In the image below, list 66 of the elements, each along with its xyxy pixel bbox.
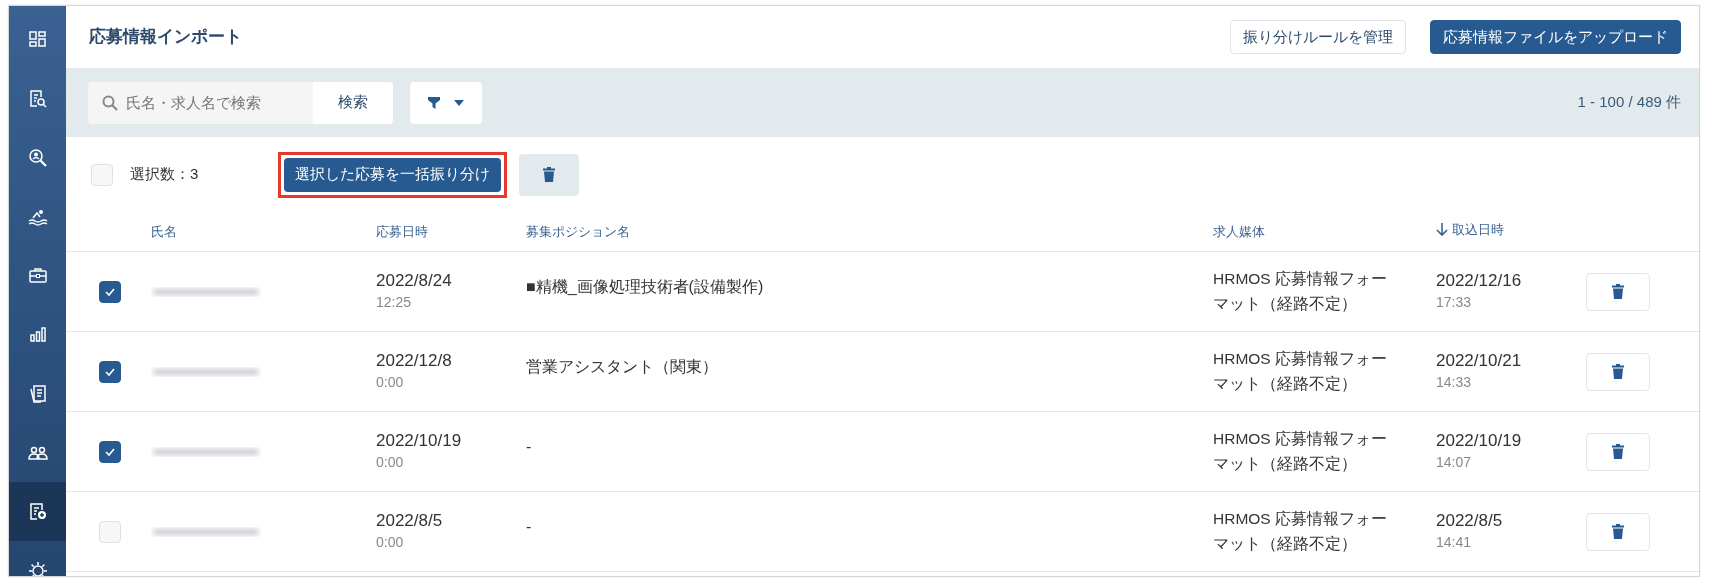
search-button[interactable]: 検索 bbox=[313, 81, 393, 124]
column-header[interactable]: 求人媒体 bbox=[1213, 221, 1265, 242]
person-search-icon bbox=[27, 147, 48, 168]
delete-button[interactable] bbox=[1586, 272, 1650, 311]
trash-icon bbox=[1612, 524, 1624, 539]
trash-icon bbox=[543, 167, 556, 182]
position-name: - bbox=[526, 437, 532, 455]
applied-time: 0:00 bbox=[376, 532, 405, 552]
selected-count: 選択数：3 bbox=[130, 164, 199, 185]
sidebar-item[interactable] bbox=[9, 482, 66, 541]
import-time: 14:33 bbox=[1436, 372, 1473, 392]
checkbox[interactable] bbox=[99, 280, 121, 303]
document-search-icon bbox=[27, 88, 48, 109]
delete-button[interactable] bbox=[1586, 352, 1650, 391]
job-media: HRMOS 応募情報フォーマット（経路不定） bbox=[1213, 349, 1388, 394]
search-field[interactable]: 氏名・求人名で検索 bbox=[88, 81, 313, 124]
checkbox[interactable] bbox=[99, 440, 121, 463]
import-date: 2022/12/16 bbox=[1436, 270, 1523, 292]
applied-date: 2022/10/19 bbox=[376, 430, 463, 452]
job-media: HRMOS 応募情報フォーマット（経路不定） bbox=[1213, 429, 1388, 474]
applied-date: 2022/8/24 bbox=[376, 270, 453, 292]
position-name: ■精機_画像処理技術者(設備製作) bbox=[526, 277, 764, 295]
trash-icon bbox=[1612, 444, 1624, 459]
applied-date: 2022/12/8 bbox=[376, 350, 453, 372]
delete-button[interactable] bbox=[1586, 512, 1650, 551]
checkbox[interactable] bbox=[99, 360, 121, 383]
search-icon bbox=[102, 94, 118, 111]
page-title: 応募情報インポート bbox=[89, 26, 242, 49]
bulk-assign-button[interactable]: 選択した応募を一括振り分け bbox=[284, 157, 502, 192]
grid-icon bbox=[27, 29, 48, 50]
applied-time: 0:00 bbox=[376, 452, 405, 472]
column-header[interactable]: 氏名 bbox=[151, 221, 177, 242]
column-header[interactable]: 応募日時 bbox=[376, 221, 428, 242]
checkmark-icon bbox=[104, 366, 116, 377]
import-time: 14:41 bbox=[1436, 532, 1473, 552]
result-count: 1 - 100 / 489 件 bbox=[1577, 92, 1681, 113]
sort-down-icon bbox=[1436, 223, 1448, 238]
applied-time: 12:25 bbox=[376, 292, 413, 312]
checkmark-icon bbox=[104, 286, 116, 297]
delete-button[interactable] bbox=[519, 153, 580, 196]
job-media: HRMOS 応募情報フォーマット（経路不定） bbox=[1213, 269, 1388, 314]
column-header[interactable]: 募集ポジション名 bbox=[526, 221, 630, 242]
import-date: 2022/8/5 bbox=[1436, 510, 1504, 532]
briefcase-icon bbox=[27, 265, 48, 286]
trash-icon bbox=[1612, 284, 1624, 299]
import-time: 17:33 bbox=[1436, 292, 1473, 312]
delete-button[interactable] bbox=[1586, 432, 1650, 471]
applied-time: 0:00 bbox=[376, 372, 405, 392]
import-date: 2022/10/21 bbox=[1436, 350, 1523, 372]
upload-button[interactable]: 応募情報ファイルをアップロード bbox=[1430, 20, 1681, 54]
applied-date: 2022/8/5 bbox=[376, 510, 444, 532]
filter-icon bbox=[428, 96, 440, 109]
column-header[interactable]: 取込日時 bbox=[1436, 220, 1504, 240]
position-name: - bbox=[526, 517, 532, 535]
import-date: 2022/10/19 bbox=[1436, 430, 1523, 452]
trash-icon bbox=[1612, 364, 1624, 379]
document-stack-icon bbox=[27, 383, 48, 404]
checkmark-icon bbox=[104, 446, 116, 457]
caret-icon bbox=[454, 99, 464, 106]
manage-rules-button[interactable]: 振り分けルールを管理 bbox=[1230, 20, 1406, 54]
document-add-icon bbox=[27, 501, 48, 522]
bar-chart-icon bbox=[27, 324, 48, 345]
filter-dropdown[interactable] bbox=[410, 81, 482, 124]
import-time: 14:07 bbox=[1436, 452, 1473, 472]
position-name: 営業アシスタント（関東） bbox=[526, 357, 718, 375]
job-media: HRMOS 応募情報フォーマット（経路不定） bbox=[1213, 509, 1388, 554]
